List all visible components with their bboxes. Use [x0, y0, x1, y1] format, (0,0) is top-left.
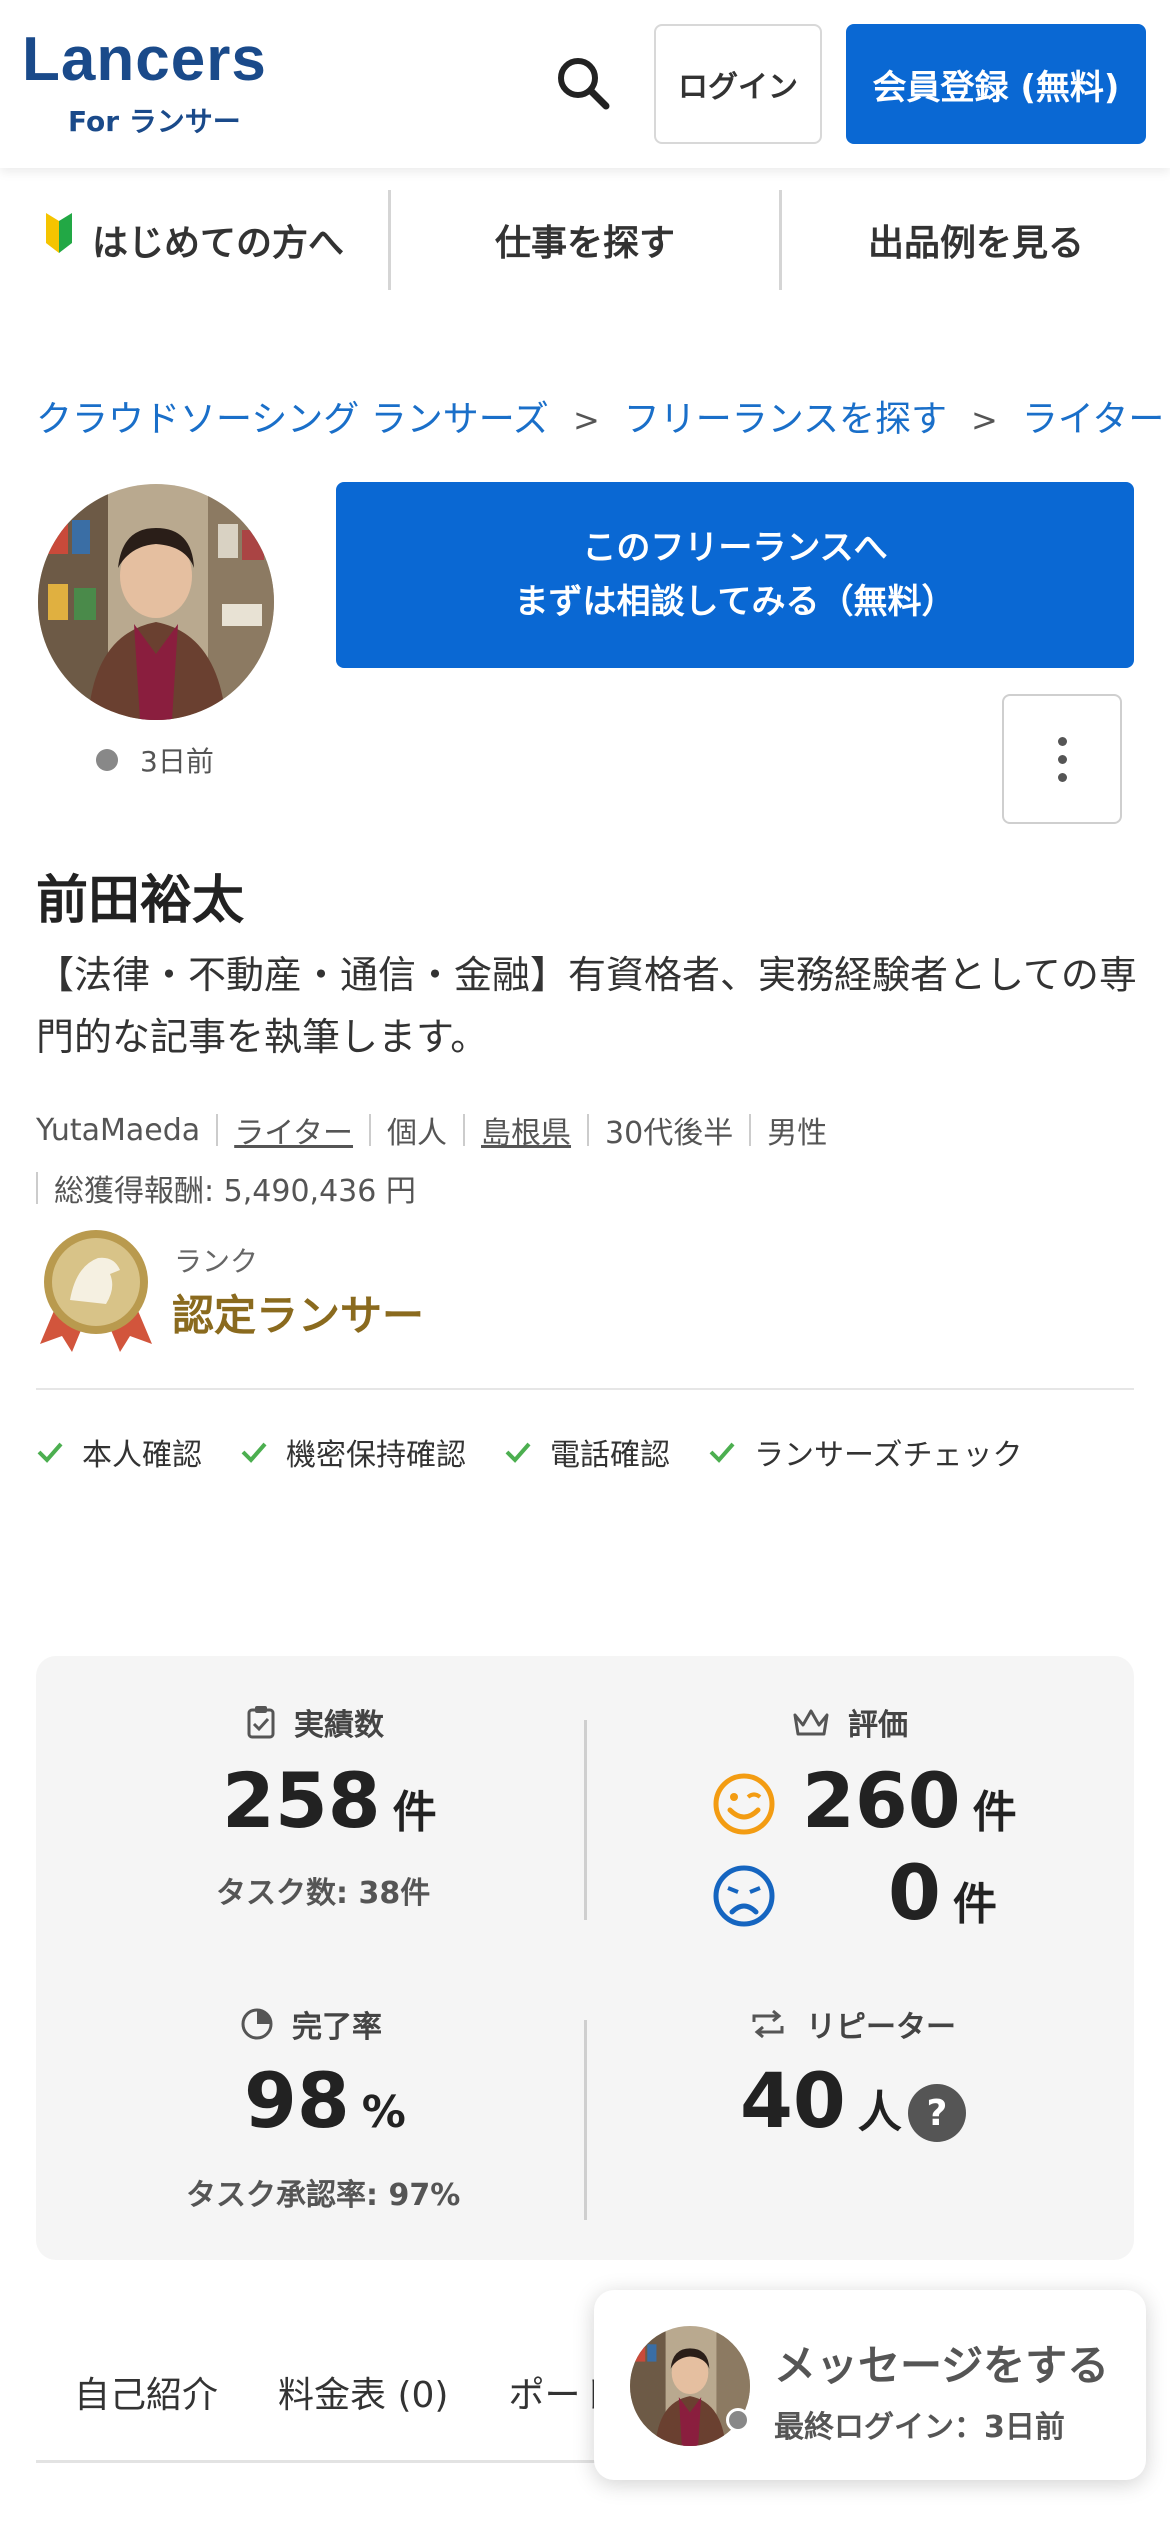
crown-icon [793, 1709, 829, 1736]
repeater-header: リピーター [748, 2002, 956, 2046]
completion-number: 98 [244, 2056, 350, 2145]
bad-unit: 件 [952, 1879, 997, 1930]
breadcrumb-link[interactable]: ライター [1022, 399, 1165, 440]
good-unit: 件 [972, 1787, 1017, 1838]
nav-item-find-jobs[interactable]: 仕事を探す [388, 190, 779, 290]
breadcrumb-link[interactable]: クラウドソーシング ランサーズ [36, 399, 549, 440]
achievements-number: 258 [222, 1756, 381, 1845]
verification-item: ランサーズチェック [708, 1430, 1023, 1474]
message-card[interactable]: メッセージをする 最終ログイン：3日前 [594, 2290, 1146, 2480]
chevron-right-icon: > [572, 401, 600, 439]
nav-item-beginner[interactable]: はじめての方へ [0, 190, 388, 290]
nav-item-label: 仕事を探す [494, 223, 675, 264]
good-number: 260 [802, 1756, 961, 1845]
check-icon [709, 1442, 735, 1463]
completion-value: 98% [244, 2056, 406, 2145]
breadcrumb: クラウドソーシング ランサーズ > フリーランスを探す > ライター [36, 390, 1170, 442]
logo-sub-text: For ランサー [68, 105, 241, 138]
nav-item-examples[interactable]: 出品例を見る [779, 190, 1170, 290]
main-nav: はじめての方へ 仕事を探す 出品例を見る [0, 190, 1170, 290]
last-seen-text: 3日前 [140, 745, 214, 778]
profile-earnings: 総獲得報酬: 5,490,436 円 [36, 1166, 416, 1210]
more-options-icon[interactable] [1002, 694, 1122, 824]
lancers-logo[interactable]: Lancers For ランサー [22, 25, 267, 139]
verification-label: ランサーズチェック [754, 1438, 1023, 1473]
achievements-value: 258 件 [222, 1756, 437, 1845]
repeater-label: リピーター [806, 2010, 956, 2045]
rank-value: 認定ランサー [172, 1291, 425, 1340]
account-type: 個人 [387, 1116, 448, 1151]
profile-meta: YutaMaeda ライター 個人 島根県 30代後半 男性 [36, 1108, 827, 1152]
age-range: 30代後半 [605, 1116, 734, 1151]
nav-item-label: はじめての方へ [91, 223, 344, 264]
check-icon [505, 1442, 531, 1463]
occupation-link[interactable]: ライター [234, 1108, 353, 1152]
logo-main-text: Lancers [22, 25, 267, 94]
good-rating-icon [713, 1773, 775, 1835]
verification-item: 本人確認 [36, 1430, 202, 1474]
completion-label: 完了率 [292, 2010, 382, 2045]
pie-chart-icon [241, 2008, 273, 2040]
achievements-header: 実績数 [246, 1700, 384, 1744]
chevron-right-icon: > [971, 401, 998, 439]
completion-unit: % [361, 2087, 406, 2138]
status-dot [96, 749, 118, 771]
rank-label: ランク [174, 1245, 259, 1278]
verification-label: 本人確認 [82, 1438, 202, 1473]
site-header: Lancers For ランサー ログイン 会員登録 (無料) [0, 0, 1170, 168]
prefecture-link[interactable]: 島根県 [481, 1108, 571, 1152]
breadcrumb-link[interactable]: フリーランスを探す [624, 399, 947, 440]
repeat-icon [752, 2009, 784, 2039]
repeater-number: 40 [740, 2056, 846, 2145]
divider [36, 1388, 1134, 1390]
gender: 男性 [767, 1116, 828, 1151]
rank-badge-icon [40, 1230, 152, 1352]
stats-divider [584, 2020, 587, 2220]
check-icon [241, 1442, 267, 1463]
username: YutaMaeda [36, 1112, 201, 1148]
status-dot [726, 2408, 750, 2432]
verification-list: 本人確認 機密保持確認 電話確認 ランサーズチェック [36, 1430, 1023, 1474]
profile-tabs: 自己紹介 料金表 (0) ポート [36, 2366, 616, 2418]
consult-line-1: このフリーランスへ [582, 528, 888, 568]
catchphrase: 【法律・不動産・通信・金融】有資格者、実務経験者としての専門的な記事を執筆します… [36, 953, 1137, 1059]
task-approval-rate: タスク承認率: 97% [186, 2178, 461, 2213]
search-icon[interactable] [548, 48, 618, 118]
verification-label: 機密保持確認 [286, 1438, 466, 1473]
freelancer-name: 前田裕太 [36, 871, 245, 931]
consult-button[interactable]: このフリーランスへ まずは相談してみる（無料） [336, 482, 1134, 668]
verification-item: 電話確認 [504, 1430, 670, 1474]
bad-number: 0 [888, 1848, 941, 1937]
message-title: メッセージをする [774, 2341, 1110, 2390]
completion-header: 完了率 [240, 2002, 382, 2046]
repeater-unit: 人 [857, 2087, 902, 2138]
tab-price-list[interactable]: 料金表 (0) [278, 2366, 448, 2418]
verification-label: 電話確認 [550, 1438, 670, 1473]
task-count: タスク数: 38件 [216, 1876, 431, 1911]
repeater-value: 40 人 [740, 2056, 902, 2145]
nav-item-label: 出品例を見る [867, 223, 1084, 264]
consult-line-2: まずは相談してみる（無料） [514, 582, 956, 622]
bad-rating-value: 0件 [888, 1848, 997, 1937]
register-button[interactable]: 会員登録 (無料) [846, 24, 1146, 144]
login-button[interactable]: ログイン [654, 24, 822, 144]
help-icon[interactable]: ? [908, 2084, 966, 2142]
stats-panel: 実績数 258 件 タスク数: 38件 評価 260 件 0件 完了率 98% タス… [36, 1656, 1134, 2260]
last-login-text: 最終ログイン：3日前 [774, 2410, 1065, 2445]
total-earnings: 総獲得報酬: 5,490,436 円 [54, 1174, 416, 1209]
achievements-label: 実績数 [294, 1708, 384, 1743]
achievements-unit: 件 [392, 1787, 437, 1838]
rating-header: 評価 [792, 1700, 908, 1744]
rating-label: 評価 [848, 1708, 908, 1743]
bad-rating-icon [713, 1865, 775, 1927]
online-status: 3日前 [96, 740, 214, 780]
good-rating-value: 260 件 [802, 1756, 1017, 1845]
tab-introduction[interactable]: 自己紹介 [74, 2366, 218, 2418]
check-icon [37, 1442, 63, 1463]
verification-item: 機密保持確認 [240, 1430, 466, 1474]
clipboard-icon [247, 1706, 275, 1739]
beginner-mark-icon [45, 213, 72, 253]
stats-divider [584, 1720, 587, 1920]
avatar [38, 484, 274, 720]
